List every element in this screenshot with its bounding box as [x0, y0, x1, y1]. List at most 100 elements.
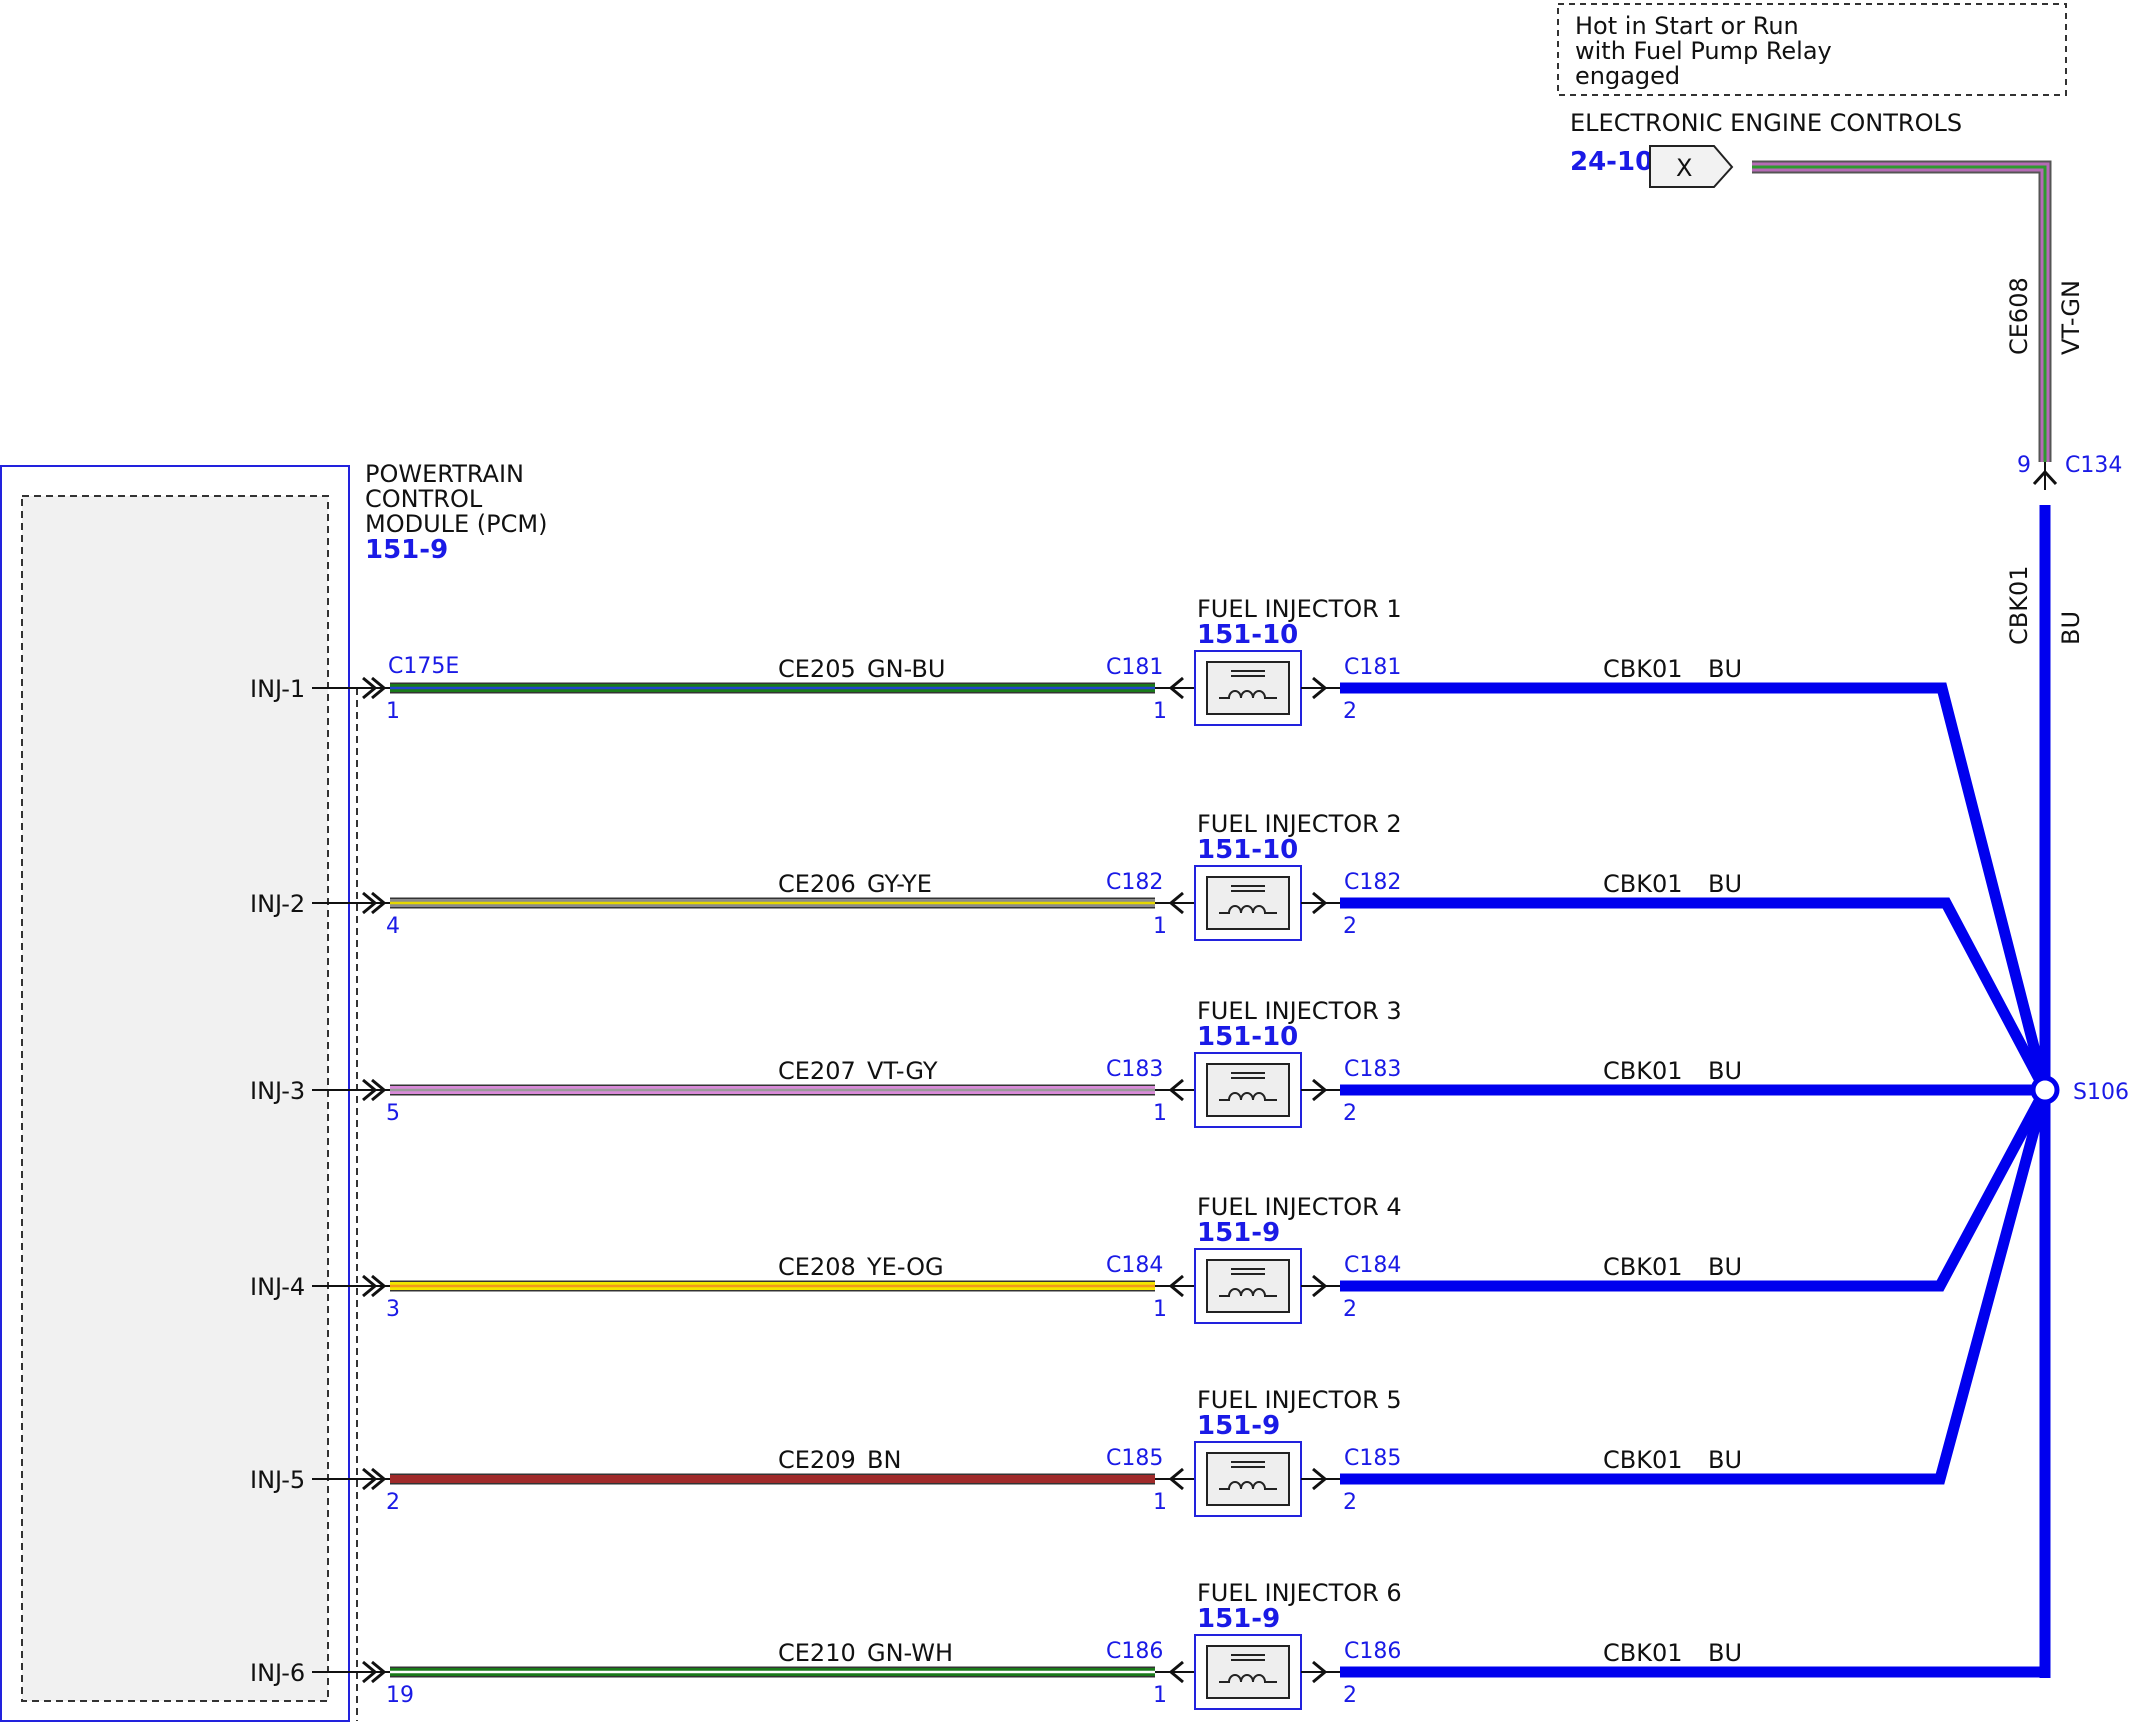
injector-row-4: INJ-4 3 CE208 YE-OG C184 1 FUEL INJECTOR 4151-… [250, 1087, 2050, 1324]
return-circuit-label: CBK01 [1603, 1446, 1683, 1474]
fuel-injector[interactable] [1194, 1052, 1302, 1128]
injector-connector-in[interactable]: C185 [1106, 1446, 1163, 1471]
signal-circuit-label: CE208 [778, 1253, 856, 1281]
return-color-label: BU [1708, 1057, 1742, 1085]
power-source-title: ELECTRONIC ENGINE CONTROLS [1570, 109, 1962, 137]
injector-pin-out: 2 [1343, 699, 1357, 724]
return-color-label: BU [1708, 655, 1742, 683]
injector-row-5: INJ-52CE209 BN C1851FUEL INJECTOR 5151-9C1… [250, 1088, 2051, 1517]
return-wire[interactable] [1340, 682, 2051, 1092]
return-color-label: BU [1708, 1639, 1742, 1667]
signal-color-label: BN [867, 1446, 901, 1474]
injector-connector-out[interactable]: C186 [1344, 1639, 1401, 1664]
splice-s106: S106 [2030, 1075, 2129, 1105]
header-note-line-3: engaged [1575, 62, 1680, 90]
wiring-diagram: Hot in Start or Run with Fuel Pump Relay… [0, 3, 2129, 1722]
injector-pin-out: 2 [1343, 1683, 1357, 1708]
bus-color-label: BU [2057, 611, 2085, 645]
c134-pin: 9 [2017, 453, 2031, 478]
injector-pin-in: 1 [1153, 1683, 1167, 1708]
pcm-pin-label: INJ-4 [250, 1273, 305, 1301]
header-note-line-1: Hot in Start or Run [1575, 12, 1799, 40]
injector-pin-out: 2 [1343, 1101, 1357, 1126]
source-wire [1752, 160, 2052, 462]
return-color-label: BU [1708, 870, 1742, 898]
power-source: ELECTRONIC ENGINE CONTROLS 24-10 X CE608… [1570, 109, 2122, 490]
signal-circuit-label: CE209 [778, 1446, 856, 1474]
injector-title: FUEL INJECTOR 1 [1197, 595, 1402, 623]
pcm-pin-number: 1 [386, 699, 400, 724]
injector-ref[interactable]: 151-10 [1197, 1022, 1298, 1052]
injector-connector-out[interactable]: C183 [1344, 1057, 1401, 1082]
fuel-injector[interactable] [1194, 1248, 1302, 1324]
injector-ref[interactable]: 151-10 [1197, 620, 1298, 650]
pcm-title-2: CONTROL [365, 485, 483, 513]
fuel-injector[interactable] [1194, 1634, 1302, 1710]
injector-pin-in: 1 [1153, 914, 1167, 939]
injector-connector-out[interactable]: C184 [1344, 1253, 1401, 1278]
injector-pin-in: 1 [1153, 1101, 1167, 1126]
injector-connector-in[interactable]: C184 [1106, 1253, 1163, 1278]
signal-color-label: VT-GY [867, 1057, 938, 1085]
injector-connector-in[interactable]: C182 [1106, 870, 1163, 895]
splice-dot-icon [2030, 1075, 2060, 1105]
injector-pin-out: 2 [1343, 1490, 1357, 1515]
pcm-pin-label: INJ-3 [250, 1077, 305, 1105]
pcm-connector[interactable]: C175E [388, 654, 459, 679]
return-circuit-label: CBK01 [1603, 1639, 1683, 1667]
injector-connector-in[interactable]: C183 [1106, 1057, 1163, 1082]
power-source-ref[interactable]: 24-10 [1570, 147, 1653, 177]
fuel-injector[interactable] [1194, 1441, 1302, 1517]
fuel-injector[interactable] [1194, 865, 1302, 941]
injector-title: FUEL INJECTOR 2 [1197, 810, 1402, 838]
injector-pin-in: 1 [1153, 1297, 1167, 1322]
injector-title: FUEL INJECTOR 6 [1197, 1579, 1402, 1607]
injector-rows: INJ-11CE205 GN-BU C1811FUEL INJECTOR 1151-… [250, 595, 2051, 1710]
injector-connector-in[interactable]: C181 [1106, 655, 1163, 680]
signal-color-label: YE-OG [866, 1253, 944, 1281]
pcm-ref[interactable]: 151-9 [365, 535, 448, 565]
return-circuit-label: CBK01 [1603, 1057, 1683, 1085]
return-circuit-label: CBK01 [1603, 655, 1683, 683]
pcm-pin-label: INJ-6 [250, 1659, 305, 1687]
return-color-label: BU [1708, 1446, 1742, 1474]
injector-row-1: INJ-11CE205 GN-BU C1811FUEL INJECTOR 1151-… [250, 595, 2051, 1092]
pcm-pin-number: 5 [386, 1101, 400, 1126]
pcm-pin-label: INJ-2 [250, 890, 305, 918]
pcm-title-1: POWERTRAIN [365, 460, 524, 488]
pcm-pin-label: INJ-1 [250, 675, 305, 703]
injector-connector-out[interactable]: C182 [1344, 870, 1401, 895]
injector-pin-out: 2 [1343, 914, 1357, 939]
injector-connector-in[interactable]: C186 [1106, 1639, 1163, 1664]
signal-color-label: GN-WH [867, 1639, 953, 1667]
injector-ref[interactable]: 151-10 [1197, 835, 1298, 865]
injector-row-2: INJ-24CE206 GY-YE C1821FUEL INJECTOR 2151-… [250, 810, 2050, 1093]
return-wire[interactable] [1340, 897, 2050, 1093]
injector-row-6: INJ-6 19 CE210 GN-WH C186 1 FUEL INJECTOR 6151… [250, 1579, 2045, 1710]
pcm-pin-number: 3 [386, 1297, 400, 1322]
fuel-injector[interactable] [1194, 650, 1302, 726]
signal-circuit-label: CE206 [778, 870, 856, 898]
pcm-title-3: MODULE (PCM) [365, 510, 547, 538]
signal-circuit-label: CE207 [778, 1057, 856, 1085]
pcm-pin-number: 4 [386, 914, 400, 939]
injector-ref[interactable]: 151-9 [1197, 1604, 1280, 1634]
injector-title: FUEL INJECTOR 4 [1197, 1193, 1402, 1221]
pcm-pin-label: INJ-5 [250, 1466, 305, 1494]
source-circuit-label: CE608 [2005, 277, 2033, 355]
pcm-pin-number: 2 [386, 1490, 400, 1515]
injector-title: FUEL INJECTOR 3 [1197, 997, 1402, 1025]
splice-label[interactable]: S106 [2073, 1080, 2129, 1105]
injector-pin-in: 1 [1153, 699, 1167, 724]
injector-row-3: INJ-3 5 CE207 VT-GY C183 1 FUEL INJECTOR 3151-… [250, 997, 2045, 1128]
injector-connector-out[interactable]: C181 [1344, 655, 1401, 680]
header-note-line-2: with Fuel Pump Relay [1575, 37, 1832, 65]
c134-connector[interactable]: C134 [2065, 453, 2122, 478]
signal-circuit-label: CE205 [778, 655, 856, 683]
signal-circuit-label: CE210 [778, 1639, 856, 1667]
return-wire[interactable] [1340, 1087, 2050, 1292]
injector-connector-out[interactable]: C185 [1344, 1446, 1401, 1471]
injector-ref[interactable]: 151-9 [1197, 1218, 1280, 1248]
injector-ref[interactable]: 151-9 [1197, 1411, 1280, 1441]
return-circuit-label: CBK01 [1603, 1253, 1683, 1281]
